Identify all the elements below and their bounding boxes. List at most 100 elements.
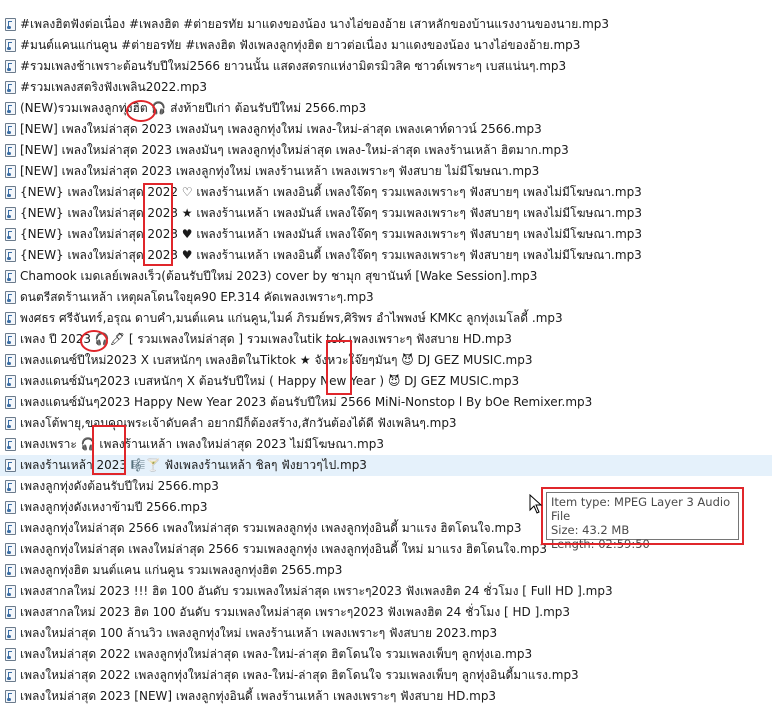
audio-file-icon (5, 375, 16, 388)
file-list-item[interactable]: #รวมเพลงสตริงฟังเพลิน2022.mp3 (0, 77, 772, 98)
file-list-item[interactable]: เพลงโต้พายุ,ขอบคุณพระเจ้าดับคลํา อยากมีก… (0, 413, 772, 434)
audio-file-icon (5, 564, 16, 577)
audio-file-icon (5, 186, 16, 199)
audio-file-icon (5, 249, 16, 262)
audio-file-icon (5, 669, 16, 682)
file-list-item[interactable]: เพลงร้านเหล้า 2023 🎼🍸 ฟังเพลงร้านเหล้า ช… (0, 455, 772, 476)
file-name: {NEW} เพลงใหม่ล่าสุด 2022 ♡ เพลงร้านเหล้… (20, 185, 642, 199)
audio-file-icon (5, 627, 16, 640)
audio-file-icon (5, 81, 16, 94)
audio-file-icon (5, 165, 16, 178)
file-name: เพลงแดนซ์มันๆ2023 เบสหนักๆ X ต้อนรับปีให… (20, 374, 520, 388)
file-name: {NEW} เพลงใหม่ล่าสุด 2023 ♥ เพลงร้านเหล้… (20, 227, 643, 241)
audio-file-icon (5, 270, 16, 283)
audio-file-icon (5, 333, 16, 346)
file-list-item[interactable]: เพลงเพราะ 🎧 เพลงร้านเหล้า เพลงใหม่ล่าสุด… (0, 434, 772, 455)
file-list-item[interactable]: {NEW} เพลงใหม่ล่าสุด 2023 ♥ เพลงร้านเหล้… (0, 245, 772, 266)
file-name: #มนต์แคนแก่นคูน #ต่ายอรทัย #เพลงฮิต ฟังเ… (20, 38, 581, 52)
file-list-item[interactable]: {NEW} เพลงใหม่ล่าสุด 2022 ♡ เพลงร้านเหล้… (0, 182, 772, 203)
audio-file-icon (5, 228, 16, 241)
audio-file-icon (5, 18, 16, 31)
file-list-item[interactable]: เพลงแดนซ์ปีใหม่2023 X เบสหนักๆ เพลงฮิตใน… (0, 350, 772, 371)
file-name: #เพลงฮิตฟังต่อเนื่อง #เพลงฮิต #ต่ายอรทัย… (20, 17, 610, 31)
file-name: เพลงลูกทุ่งใหม่ล่าสุด 2566 เพลงใหม่ล่าสุ… (20, 521, 522, 535)
file-name: เพลงร้านเหล้า 2023 🎼🍸 ฟังเพลงร้านเหล้า ช… (20, 458, 367, 472)
file-name: เพลงใหม่ล่าสุด 2022 เพลงลูกทุ่งใหม่ล่าสุ… (20, 668, 579, 682)
file-list-item[interactable]: เพลงแดนซ์มันๆ2023 เบสหนักๆ X ต้อนรับปีให… (0, 371, 772, 392)
file-name: #รวมเพลงช้าเพราะต้อนรับปีใหม่2566 ยาวนนั… (20, 59, 567, 73)
tooltip-item-type: Item type: MPEG Layer 3 Audio File (551, 495, 731, 523)
audio-file-icon (5, 123, 16, 136)
file-list-item[interactable]: เพลงใหม่ล่าสุด 2022 เพลงลูกทุ่งใหม่ล่าสุ… (0, 644, 772, 665)
file-name: เพลงสากลใหม่ 2023 ฮิต 100 อันดับ รวมเพลง… (20, 605, 571, 619)
audio-file-icon (5, 396, 16, 409)
file-list-item[interactable]: [NEW] เพลงใหม่ล่าสุด 2023 เพลงมันๆ เพลงล… (0, 119, 772, 140)
file-list-item[interactable]: ดนตรีสดร้านเหล้า เหตุผลโดนใจยุค90 EP.314… (0, 287, 772, 308)
file-list-item[interactable]: เพลงสากลใหม่ 2023 ฮิต 100 อันดับ รวมเพลง… (0, 602, 772, 623)
audio-file-icon (5, 438, 16, 451)
file-name: [NEW] เพลงใหม่ล่าสุด 2023 เพลงลูกทุ่งใหม… (20, 164, 540, 178)
audio-file-icon (5, 144, 16, 157)
file-name: เพลงลูกทุ่งดังเหงาข้ามปี 2566.mp3 (20, 500, 208, 514)
audio-file-icon (5, 291, 16, 304)
file-name: เพลงแดนซ์มันๆ2023 Happy New Year 2023 ต้… (20, 395, 593, 409)
audio-file-icon (5, 39, 16, 52)
audio-file-icon (5, 354, 16, 367)
file-list-item[interactable]: เพลงใหม่ล่าสุด 2023 [NEW] เพลงลูกทุ่งอิน… (0, 686, 772, 707)
audio-file-icon (5, 60, 16, 73)
file-list-item[interactable]: #มนต์แคนแก่นคูน #ต่ายอรทัย #เพลงฮิต ฟังเ… (0, 35, 772, 56)
file-list-item[interactable]: เพลงใหม่ล่าสุด 100 ล้านวิว เพลงลูกทุ่งให… (0, 623, 772, 644)
file-name: เพลงใหม่ล่าสุด 2022 เพลงลูกทุ่งใหม่ล่าสุ… (20, 647, 533, 661)
file-list-item[interactable]: เพลง ปี 2023 🎧🖊 [ รวมเพลงใหม่ล่าสุด ] รว… (0, 329, 772, 350)
audio-file-icon (5, 585, 16, 598)
file-name: [NEW] เพลงใหม่ล่าสุด 2023 เพลงมันๆ เพลงล… (20, 122, 542, 136)
file-name: เพลงโต้พายุ,ขอบคุณพระเจ้าดับคลํา อยากมีก… (20, 416, 457, 430)
tooltip-length: Length: 02:59:50 (551, 537, 650, 551)
file-name: พงศธร ศรีจันทร์,อรุณ ดาบคำ,มนต์แคน แก่นค… (20, 311, 563, 325)
file-list-item[interactable]: {NEW} เพลงใหม่ล่าสุด 2023 ★ เพลงร้านเหล้… (0, 203, 772, 224)
file-name: เพลงลูกทุ่งดังต้อนรับปีใหม่ 2566.mp3 (20, 479, 219, 493)
file-list-item[interactable]: เพลงสากลใหม่ 2023 !!! ฮิต 100 อันดับ รวม… (0, 581, 772, 602)
file-name: ดนตรีสดร้านเหล้า เหตุผลโดนใจยุค90 EP.314… (20, 290, 374, 304)
audio-file-icon (5, 501, 16, 514)
mouse-cursor-icon (529, 494, 543, 514)
file-list-item[interactable]: พงศธร ศรีจันทร์,อรุณ ดาบคำ,มนต์แคน แก่นค… (0, 308, 772, 329)
file-name: เพลงเพราะ 🎧 เพลงร้านเหล้า เพลงใหม่ล่าสุด… (20, 437, 384, 451)
file-list-item[interactable]: #เพลงฮิตฟังต่อเนื่อง #เพลงฮิต #ต่ายอรทัย… (0, 14, 772, 35)
audio-file-icon (5, 417, 16, 430)
file-name: #รวมเพลงสตริงฟังเพลิน2022.mp3 (20, 80, 208, 94)
file-name: เพลงใหม่ล่าสุด 2023 [NEW] เพลงลูกทุ่งอิน… (20, 689, 497, 703)
file-name: {NEW} เพลงใหม่ล่าสุด 2023 ♥ เพลงร้านเหล้… (20, 248, 642, 262)
file-name: เพลงลูกทุ่งฮิต มนต์แคน แก่นคูน รวมเพลงลู… (20, 563, 343, 577)
file-name: เพลงลูกทุ่งใหม่ล่าสุด เพลงใหม่ล่าสุด 256… (20, 542, 547, 556)
file-list-item[interactable]: [NEW] เพลงใหม่ล่าสุด 2023 เพลงลูกทุ่งใหม… (0, 161, 772, 182)
file-list-item[interactable]: Chamook เมดเลย์เพลงเร็ว(ต้อนรับปีใหม่ 20… (0, 266, 772, 287)
file-list-item[interactable]: {NEW} เพลงใหม่ล่าสุด 2023 ♥ เพลงร้านเหล้… (0, 224, 772, 245)
audio-file-icon (5, 480, 16, 493)
audio-file-icon (5, 312, 16, 325)
file-list-item[interactable]: [NEW] เพลงใหม่ล่าสุด 2023 เพลงมันๆ เพลงล… (0, 140, 772, 161)
audio-file-icon (5, 522, 16, 535)
tooltip-size: Size: 43.2 MB (551, 523, 630, 537)
file-list-item[interactable]: เพลงลูกทุ่งฮิต มนต์แคน แก่นคูน รวมเพลงลู… (0, 560, 772, 581)
audio-file-icon (5, 690, 16, 703)
audio-file-icon (5, 207, 16, 220)
audio-file-icon (5, 606, 16, 619)
file-list-item[interactable]: (NEW)รวมเพลงลูกทุ่งฮิต 🎧 ส่งท้ายปีเก่า ต… (0, 98, 772, 119)
file-info-tooltip: Item type: MPEG Layer 3 Audio File Size:… (546, 492, 739, 551)
audio-file-icon (5, 648, 16, 661)
file-name: เพลงแดนซ์ปีใหม่2023 X เบสหนักๆ เพลงฮิตใน… (20, 353, 533, 367)
audio-file-icon (5, 543, 16, 556)
file-name: Chamook เมดเลย์เพลงเร็ว(ต้อนรับปีใหม่ 20… (20, 269, 538, 283)
file-name: [NEW] เพลงใหม่ล่าสุด 2023 เพลงมันๆ เพลงล… (20, 143, 569, 157)
file-name: (NEW)รวมเพลงลูกทุ่งฮิต 🎧 ส่งท้ายปีเก่า ต… (20, 101, 367, 115)
audio-file-icon (5, 459, 16, 472)
file-list: #เพลงฮิตฟังต่อเนื่อง #เพลงฮิต #ต่ายอรทัย… (0, 14, 772, 707)
file-list-item[interactable]: เพลงแดนซ์มันๆ2023 Happy New Year 2023 ต้… (0, 392, 772, 413)
file-list-item[interactable]: เพลงใหม่ล่าสุด 2022 เพลงลูกทุ่งใหม่ล่าสุ… (0, 665, 772, 686)
audio-file-icon (5, 102, 16, 115)
file-name: เพลง ปี 2023 🎧🖊 [ รวมเพลงใหม่ล่าสุด ] รว… (20, 332, 512, 346)
file-name: เพลงใหม่ล่าสุด 100 ล้านวิว เพลงลูกทุ่งให… (20, 626, 498, 640)
file-name: {NEW} เพลงใหม่ล่าสุด 2023 ★ เพลงร้านเหล้… (20, 206, 643, 220)
file-list-item[interactable]: #รวมเพลงช้าเพราะต้อนรับปีใหม่2566 ยาวนนั… (0, 56, 772, 77)
